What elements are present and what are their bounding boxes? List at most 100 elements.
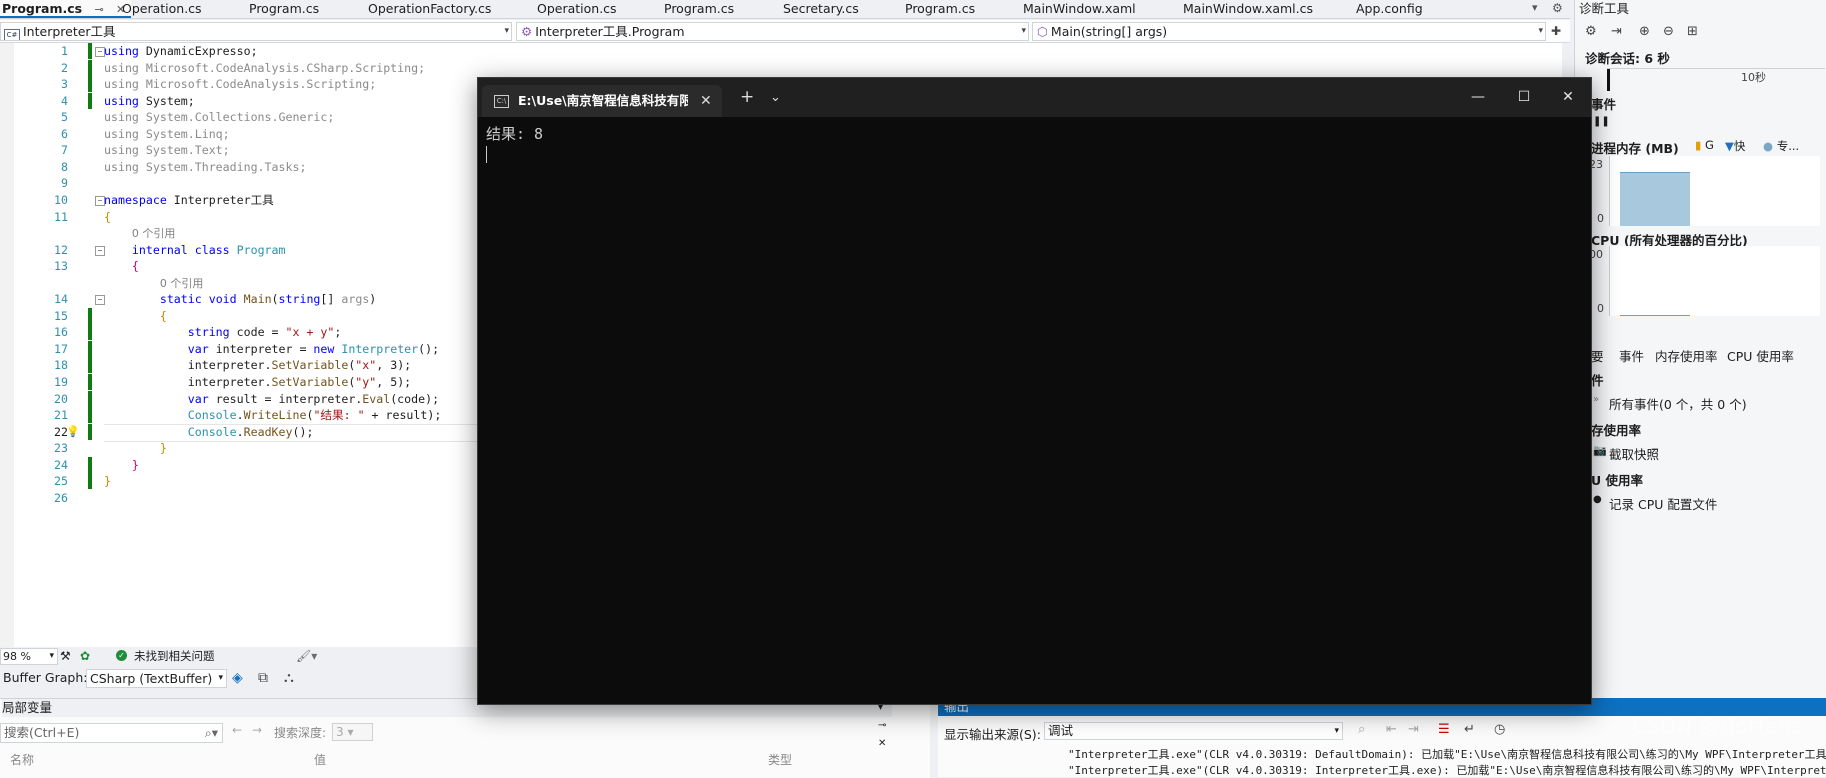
- tab-program-cs-3[interactable]: Program.cs: [905, 0, 975, 18]
- new-tab-button[interactable]: +: [740, 78, 754, 117]
- zoom-dropdown[interactable]: 98 % ▾: [0, 648, 58, 665]
- tab-label: MainWindow.xaml.cs: [1183, 1, 1314, 16]
- gear-icon[interactable]: ⚙: [1585, 24, 1597, 39]
- network-icon[interactable]: ⛬: [284, 666, 294, 690]
- tab-program-cs-2[interactable]: Program.cs: [664, 0, 734, 18]
- events-subsection-title: 件: [1591, 373, 1604, 388]
- back-arrow-icon[interactable]: ←: [232, 723, 242, 737]
- code-line[interactable]: 1− using DynamicExpresso;: [0, 43, 1562, 59]
- code-text: using Microsoft.CodeAnalysis.Scripting;: [104, 77, 377, 92]
- document-tab-strip: Program.cs ⊸ ✕ Operation.cs Program.cs O…: [0, 0, 1570, 19]
- clear-all-icon[interactable]: ☰: [1438, 722, 1450, 737]
- output-source-dropdown[interactable]: 调试 ▾: [1044, 722, 1343, 740]
- tab-program-cs-active[interactable]: Program.cs ⊸ ✕: [0, 0, 132, 18]
- tab-summary[interactable]: 要: [1591, 346, 1604, 365]
- cpu-usage-line: [1620, 315, 1690, 316]
- issues-status[interactable]: 未找到相关问题: [134, 647, 215, 665]
- tab-mainwindow-xaml-cs[interactable]: MainWindow.xaml.cs: [1183, 0, 1313, 18]
- align-left-icon[interactable]: ⇤: [1386, 722, 1397, 737]
- record-cpu-profile-button[interactable]: 记录 CPU 配置文件: [1609, 494, 1717, 513]
- tab-cpu-usage[interactable]: CPU 使用率: [1727, 346, 1794, 365]
- record-icon: ●: [1593, 494, 1602, 505]
- tab-operation-cs[interactable]: Operation.cs: [122, 0, 202, 18]
- change-marker: [88, 374, 92, 390]
- code-line[interactable]: 2 using Microsoft.CodeAnalysis.CSharp.Scr…: [0, 59, 1562, 76]
- search-icon[interactable]: ⌕▾: [205, 724, 218, 742]
- chevron-down-icon: ▾: [49, 651, 54, 661]
- code-cleanup-icon[interactable]: ⚒: [60, 647, 71, 665]
- memory-chart[interactable]: [1609, 156, 1820, 226]
- tab-operationfactory-cs[interactable]: OperationFactory.cs: [368, 0, 491, 18]
- change-marker: [88, 324, 92, 341]
- split-window-icon[interactable]: ✚: [1546, 22, 1566, 40]
- tab-memory-usage[interactable]: 内存使用率: [1655, 346, 1718, 365]
- cpu-chart[interactable]: [1609, 246, 1820, 316]
- code-text: }: [159, 441, 167, 456]
- locals-search-input[interactable]: 搜索(Ctrl+E) ⌕▾: [0, 723, 223, 743]
- tab-mainwindow-xaml[interactable]: MainWindow.xaml: [1023, 0, 1136, 18]
- word-wrap-icon[interactable]: ↵: [1464, 722, 1475, 737]
- pause-icon[interactable]: ❚❚: [1593, 116, 1610, 127]
- graph-icon[interactable]: ◈: [232, 666, 243, 690]
- clock-icon[interactable]: ◷: [1494, 722, 1505, 737]
- code-text: }: [104, 474, 111, 489]
- take-snapshot-button[interactable]: 截取快照: [1609, 444, 1659, 463]
- terminal-window[interactable]: C:\ E:\Use\南京智程信息科技有限公司 ✕ + ⌄ — ☐ ✕ 结果: …: [477, 77, 1592, 705]
- diagnostic-session-time: 诊断会话: 6 秒: [1585, 51, 1670, 66]
- project-dropdown[interactable]: C# Interpreter工具 ▾: [0, 22, 512, 41]
- align-right-icon[interactable]: ⇥: [1408, 722, 1419, 737]
- gear-icon[interactable]: ⚙: [1552, 0, 1563, 16]
- code-text: interpreter.SetVariable("y", 5);: [104, 375, 412, 389]
- memory-usage-bar: [1620, 171, 1690, 226]
- tab-secretary-cs[interactable]: Secretary.cs: [783, 0, 859, 18]
- all-events-link[interactable]: 所有事件(0 个，共 0 个): [1609, 394, 1747, 413]
- timeline-tick-label: 10秒: [1741, 71, 1766, 84]
- class-dropdown[interactable]: ⚙ Interpreter工具.Program ▾: [516, 22, 1029, 41]
- chevron-down-icon: ▾: [1538, 26, 1543, 36]
- find-icon[interactable]: ⌕: [1358, 722, 1365, 737]
- line-number: 1: [61, 44, 68, 58]
- chevron-down-icon[interactable]: ⌄: [770, 78, 781, 117]
- copilot-icon[interactable]: ✿: [80, 647, 90, 665]
- close-window-button[interactable]: ✕: [1545, 78, 1591, 117]
- code-text: internal class Program: [131, 242, 286, 257]
- minimize-button[interactable]: —: [1455, 78, 1501, 117]
- column-name-header[interactable]: 名称: [10, 751, 34, 768]
- method-icon: ⬡: [1037, 24, 1048, 39]
- reset-zoom-icon[interactable]: ⊞: [1687, 24, 1698, 39]
- change-marker: [88, 390, 92, 407]
- buffer-graph-dropdown[interactable]: CSharp (TextBuffer) ▾: [86, 669, 227, 688]
- tab-list-dropdown-icon[interactable]: ▾: [1532, 0, 1538, 16]
- output-line: "Interpreter工具.exe"(CLR v4.0.30319: Defa…: [1068, 748, 1826, 761]
- column-value-header[interactable]: 值: [314, 751, 326, 768]
- timeline-ruler[interactable]: 10秒: [1607, 68, 1825, 93]
- maximize-button[interactable]: ☐: [1501, 78, 1547, 117]
- tab-operation-cs-2[interactable]: Operation.cs: [537, 0, 617, 18]
- lightbulb-icon[interactable]: 💡: [66, 424, 80, 440]
- tab-program-cs[interactable]: Program.cs: [249, 0, 319, 18]
- tab-events[interactable]: 事件: [1619, 346, 1644, 365]
- brush-icon[interactable]: 🖌▾: [296, 647, 317, 665]
- buffer-graph-label: Buffer Graph:: [3, 670, 88, 685]
- output-source-label: 显示输出来源(S):: [944, 727, 1041, 742]
- column-type-header[interactable]: 类型: [768, 751, 792, 768]
- diagnostic-tools-title: 诊断工具: [1579, 1, 1630, 16]
- events-section-title: 事件: [1591, 97, 1617, 112]
- terminal-tab[interactable]: C:\ E:\Use\南京智程信息科技有限公司 ✕: [482, 85, 722, 117]
- copy-icon[interactable]: ⧉: [258, 666, 268, 690]
- pin-icon[interactable]: ⊸: [94, 1, 103, 18]
- close-icon[interactable]: ✕: [700, 85, 712, 117]
- memory-legend-gc: ▮ G: [1695, 138, 1714, 152]
- zoom-out-icon[interactable]: ⊖: [1663, 24, 1674, 39]
- forward-arrow-icon[interactable]: →: [252, 723, 262, 737]
- pin-icon[interactable]: ▾ ⊸ ✕: [878, 699, 892, 753]
- member-dropdown[interactable]: ⬡ Main(string[] args) ▾: [1032, 22, 1546, 41]
- terminal-cursor: [486, 146, 487, 163]
- terminal-title-bar[interactable]: C:\ E:\Use\南京智程信息科技有限公司 ✕ + ⌄ — ☐ ✕: [478, 78, 1591, 117]
- search-depth-dropdown[interactable]: 3 ▾: [332, 723, 373, 741]
- export-icon[interactable]: ⇥: [1611, 24, 1622, 39]
- zoom-in-icon[interactable]: ⊕: [1639, 24, 1650, 39]
- line-number: 26: [54, 490, 68, 505]
- change-marker: [88, 456, 92, 473]
- tab-app-config[interactable]: App.config: [1356, 0, 1423, 18]
